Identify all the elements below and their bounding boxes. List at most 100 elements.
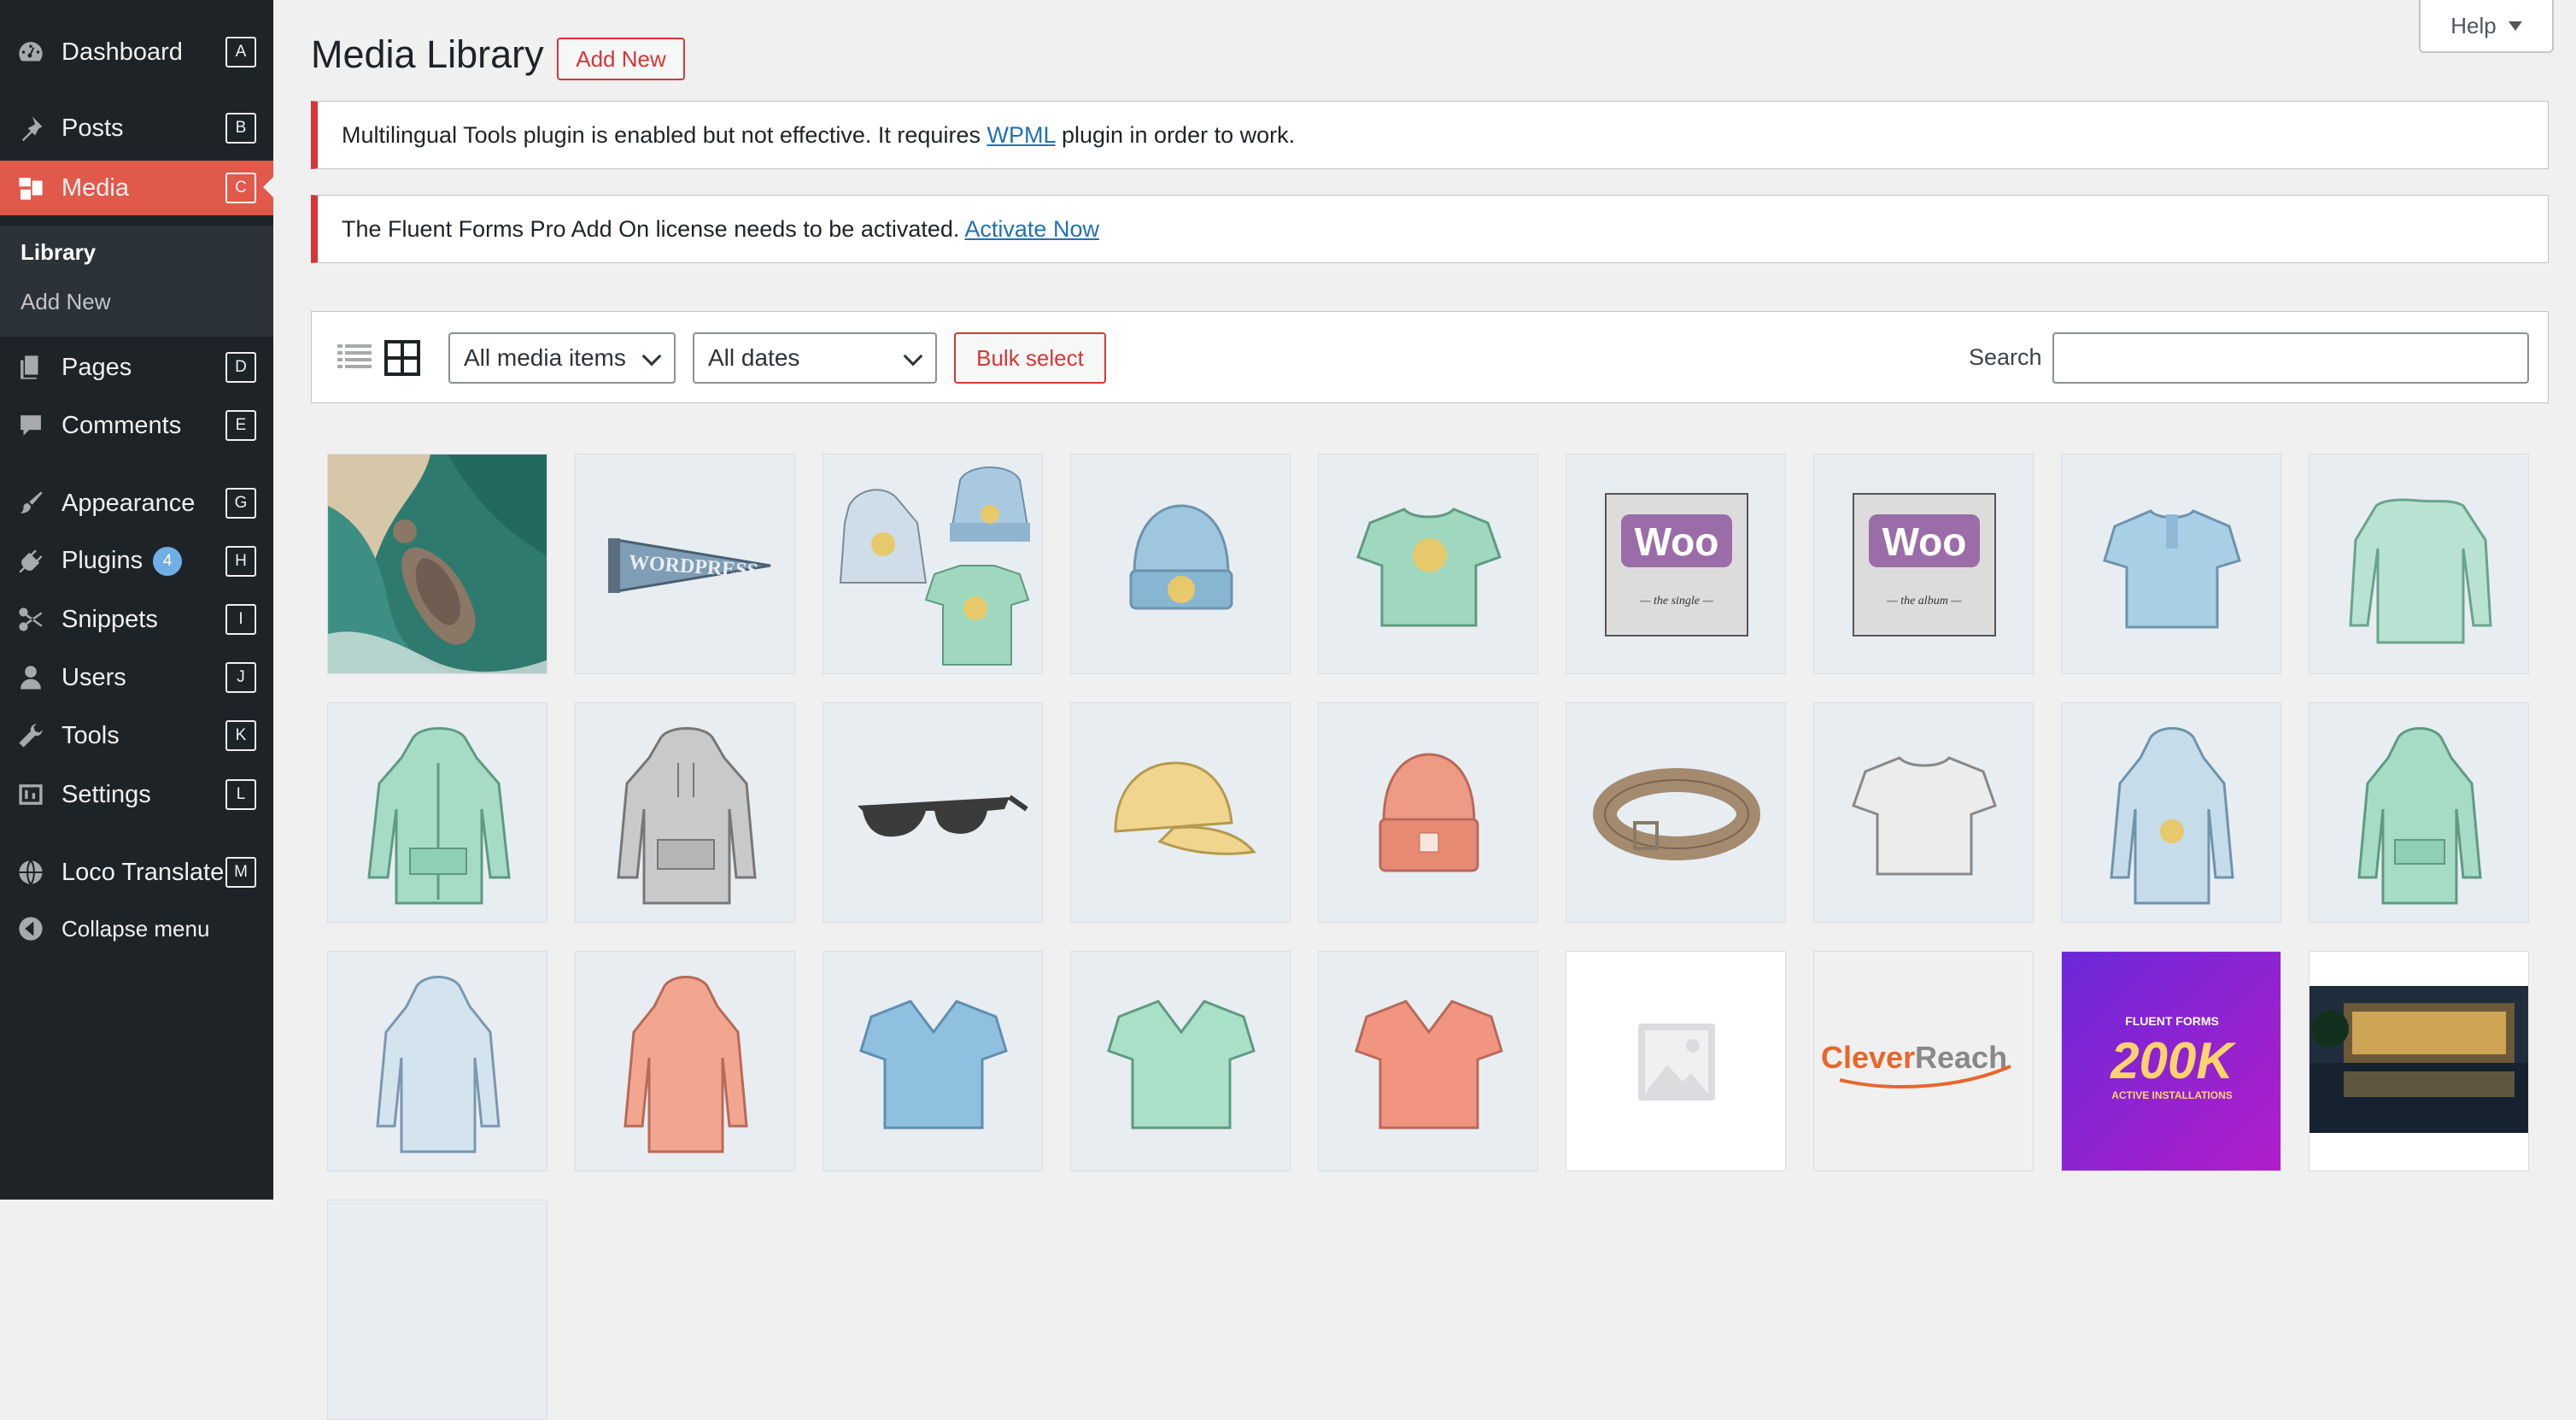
menu-item-dashboard[interactable]: Dashboard A — [0, 26, 273, 79]
svg-text:FLUENT FORMS: FLUENT FORMS — [2125, 1014, 2219, 1028]
media-item-vneck-green[interactable] — [1070, 951, 1291, 1171]
menu-item-pages[interactable]: Pages D — [0, 341, 273, 394]
chevron-down-icon — [641, 346, 662, 367]
media-submenu: Library Add New — [0, 226, 273, 337]
date-filter-select[interactable]: All dates — [693, 332, 937, 384]
search-label: Search — [1969, 344, 2042, 370]
comment-icon — [15, 410, 46, 441]
paintbrush-icon — [15, 488, 46, 519]
media-item-hoodie-zip-green[interactable] — [327, 702, 547, 923]
shortcut-key: B — [225, 113, 256, 144]
media-item-belt-brown[interactable] — [1566, 702, 1786, 923]
svg-text:Clever: Clever — [1821, 1040, 1915, 1075]
shortcut-key: A — [225, 37, 256, 67]
menu-label: Collapse menu — [61, 915, 210, 942]
admin-sidebar: Dashboard A Posts B Media C Library Add … — [0, 0, 273, 1200]
media-item-woo-album[interactable]: Woo — the album — — [1813, 454, 2034, 674]
notice-text: The Fluent Forms Pro Add On license need… — [342, 216, 1099, 243]
media-item-long-sleeve-green[interactable] — [2309, 454, 2529, 674]
shortcut-key: D — [225, 352, 256, 383]
media-item-polo-blue[interactable] — [2061, 454, 2281, 674]
menu-item-comments[interactable]: Comments E — [0, 399, 273, 452]
notice-text-before: The Fluent Forms Pro Add On license need… — [342, 215, 965, 242]
media-item-beanie-blue[interactable] — [1070, 454, 1291, 674]
pages-icon — [15, 352, 46, 383]
dashboard-icon — [15, 37, 46, 67]
menu-item-snippets[interactable]: Snippets I — [0, 593, 273, 646]
svg-text:Reach: Reach — [1915, 1040, 2007, 1075]
page-title: Media Library — [311, 32, 544, 76]
menu-label: Loco Translate — [61, 858, 225, 886]
menu-label: Users — [61, 663, 126, 691]
shortcut-key: M — [225, 857, 256, 888]
media-item-beanie-orange[interactable] — [1318, 702, 1538, 923]
media-item-sunglasses[interactable] — [823, 702, 1043, 923]
media-item-wordpress-pennant[interactable]: WORDPRESS — [575, 454, 795, 674]
media-item-hoodie-beanie-tshirt-set[interactable] — [823, 454, 1043, 674]
media-icon — [15, 173, 46, 203]
media-item[interactable] — [327, 1200, 547, 1420]
menu-label: Tools — [61, 721, 120, 749]
menu-item-loco-translate[interactable]: Loco Translate M — [0, 846, 273, 899]
help-tab-button[interactable]: Help — [2419, 0, 2554, 53]
media-item-placeholder-image[interactable] — [1566, 951, 1786, 1171]
shortcut-key: G — [225, 488, 256, 519]
grid-view-icon[interactable] — [383, 339, 421, 377]
svg-text:— the single —: — the single — — [1639, 595, 1713, 607]
media-item-vneck-orange[interactable] — [1318, 951, 1538, 1171]
shortcut-key: I — [225, 604, 256, 635]
media-item-tshirt-green-smiley[interactable] — [1318, 454, 1538, 674]
menu-label: Posts — [61, 114, 124, 142]
collapse-menu-button[interactable]: Collapse menu — [0, 902, 273, 955]
media-item-cleverreach-logo[interactable]: Clever Reach — [1813, 951, 2034, 1171]
search-input[interactable] — [2052, 332, 2529, 384]
menu-label: Settings — [61, 780, 151, 808]
wpml-link[interactable]: WPML — [986, 122, 1055, 148]
menu-label-text: Plugins — [61, 546, 143, 574]
menu-item-plugins[interactable]: Plugins 4 H — [0, 535, 273, 588]
media-item-hoodie-orange[interactable] — [575, 951, 795, 1171]
select-value: All dates — [708, 344, 800, 371]
media-item-tshirt-white[interactable] — [1813, 702, 2034, 923]
chevron-down-icon — [903, 346, 923, 367]
add-new-button[interactable]: Add New — [557, 38, 685, 80]
menu-item-tools[interactable]: Tools K — [0, 709, 273, 762]
menu-item-posts[interactable]: Posts B — [0, 102, 273, 155]
shortcut-key: K — [225, 720, 256, 751]
menu-label: Dashboard — [61, 38, 183, 66]
media-item-fluent-forms-200k[interactable]: FLUENT FORMS 200K ACTIVE INSTALLATIONS — [2061, 951, 2281, 1171]
media-item-hoodie-blue-logo[interactable] — [2061, 702, 2281, 923]
media-item-hotel-night-photo[interactable] — [2309, 951, 2529, 1171]
submenu-item-add-new[interactable]: Add New — [20, 289, 111, 315]
media-item-coastal-aerial-photo[interactable] — [327, 454, 547, 674]
translate-icon — [15, 857, 46, 888]
menu-label: Plugins 4 — [61, 546, 183, 577]
media-type-filter-select[interactable]: All media items — [448, 332, 676, 384]
menu-label: Pages — [61, 353, 132, 381]
menu-label: Comments — [61, 411, 182, 439]
collapse-arrow-icon — [15, 913, 46, 944]
media-item-hoodie-gray[interactable] — [575, 702, 795, 923]
activate-now-link[interactable]: Activate Now — [964, 216, 1099, 242]
list-view-icon[interactable] — [336, 339, 373, 377]
notice-text: Multilingual Tools plugin is enabled but… — [342, 122, 1295, 149]
menu-item-media[interactable]: Media C — [0, 161, 273, 215]
submenu-item-library[interactable]: Library — [20, 239, 96, 266]
menu-item-appearance[interactable]: Appearance G — [0, 477, 273, 530]
svg-text:Woo: Woo — [1635, 519, 1719, 564]
media-item-vneck-blue[interactable] — [823, 951, 1043, 1171]
media-item-hoodie-green[interactable] — [2309, 702, 2529, 923]
media-item-woo-album-single[interactable]: Woo — the single — — [1566, 454, 1786, 674]
svg-text:ACTIVE INSTALLATIONS: ACTIVE INSTALLATIONS — [2111, 1089, 2233, 1101]
update-count-badge: 4 — [153, 547, 183, 577]
caret-down-icon — [2508, 21, 2522, 31]
bulk-select-button[interactable]: Bulk select — [954, 332, 1106, 384]
menu-item-users[interactable]: Users J — [0, 651, 273, 704]
menu-item-settings[interactable]: Settings L — [0, 768, 273, 821]
menu-label: Snippets — [61, 605, 158, 633]
notice-text-before: Multilingual Tools plugin is enabled but… — [342, 121, 987, 148]
media-item-cap-yellow[interactable] — [1070, 702, 1291, 923]
menu-label: Appearance — [61, 489, 196, 517]
svg-text:200K: 200K — [2110, 1032, 2236, 1089]
media-item-hoodie-blue[interactable] — [327, 951, 547, 1171]
